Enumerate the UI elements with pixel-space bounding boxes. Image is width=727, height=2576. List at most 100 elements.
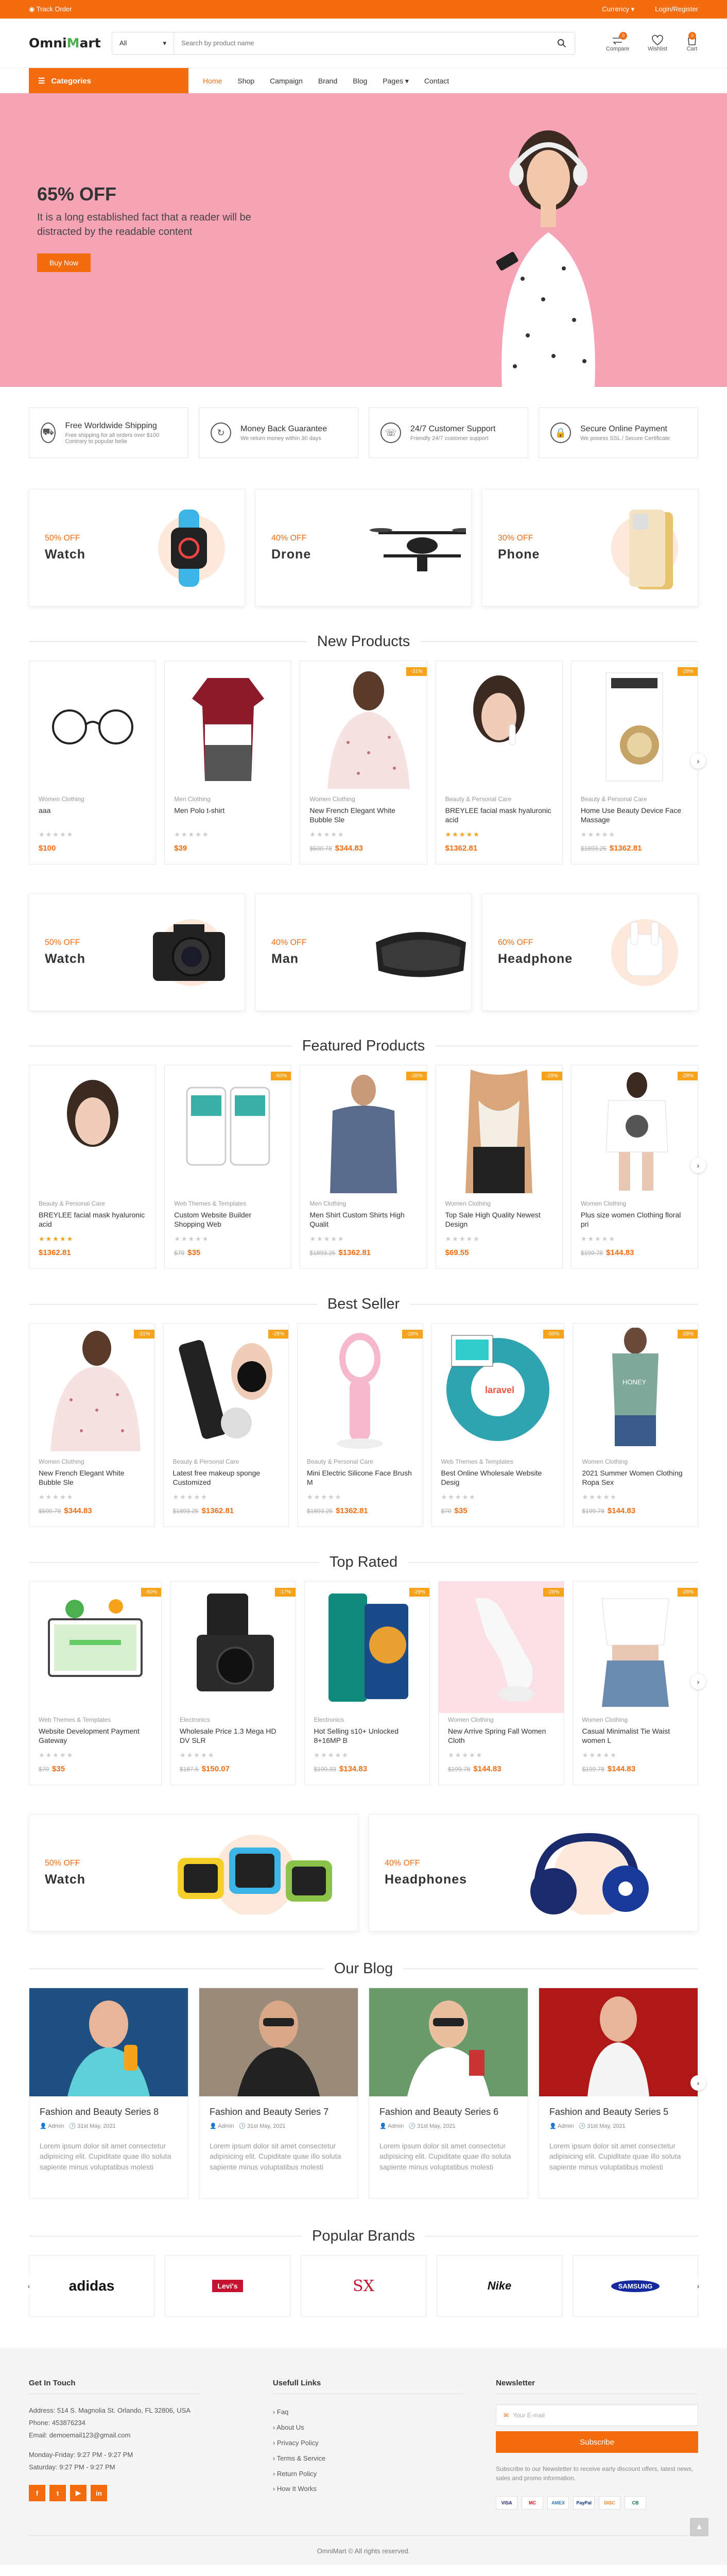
brand-levis[interactable]: Levi's bbox=[165, 2255, 290, 2317]
categories-button[interactable]: ☰ Categories bbox=[29, 68, 188, 94]
promo-card-drone[interactable]: 40% OFF Drone bbox=[255, 489, 472, 606]
nav-brand[interactable]: Brand bbox=[318, 77, 337, 86]
brand-adidas[interactable]: adidas bbox=[29, 2255, 154, 2317]
linkedin-icon[interactable]: in bbox=[91, 2485, 107, 2502]
login-register-link[interactable]: Login/Register bbox=[655, 5, 698, 13]
nav-blog[interactable]: Blog bbox=[353, 77, 367, 86]
promo-card-watch[interactable]: 50% OFF Watch bbox=[29, 489, 245, 606]
product-title[interactable]: aaa bbox=[39, 806, 146, 824]
product-title[interactable]: BREYLEE facial mask hyaluronic acid bbox=[445, 806, 553, 824]
product-title[interactable]: Wholesale Price 1.3 Mega HD DV SLR bbox=[180, 1726, 286, 1745]
promo-card-watch[interactable]: 50% OFF Watch bbox=[29, 1814, 358, 1931]
product-title[interactable]: Website Development Payment Gateway bbox=[39, 1726, 152, 1745]
chevron-right-icon[interactable]: › bbox=[690, 1674, 706, 1689]
product-card[interactable]: -17% Electronics Wholesale Price 1.3 Meg… bbox=[170, 1581, 296, 1785]
compare-button[interactable]: 0 Compare bbox=[606, 31, 629, 52]
product-title[interactable]: New Arrive Spring Fall Women Cloth bbox=[448, 1726, 555, 1745]
search-input[interactable] bbox=[174, 32, 549, 54]
product-card[interactable]: -29% Electronics Hot Selling s10+ Unlock… bbox=[304, 1581, 430, 1785]
brand-nike[interactable]: Nike bbox=[437, 2255, 562, 2317]
product-card[interactable]: -28% Beauty & Personal Care Latest free … bbox=[163, 1323, 289, 1527]
blog-title[interactable]: Fashion and Beauty Series 8 bbox=[40, 2107, 178, 2117]
product-card[interactable]: -50% Web Themes & Templates Custom Websi… bbox=[164, 1065, 292, 1269]
footer-link[interactable]: › Privacy Policy bbox=[273, 2435, 465, 2451]
promo-card-watch[interactable]: 50% OFF Watch bbox=[29, 893, 245, 1011]
product-card[interactable]: -50% laravel Web Themes & Templates Best … bbox=[431, 1323, 564, 1527]
product-title[interactable]: Plus size women Clothing floral pri bbox=[581, 1210, 688, 1229]
product-card[interactable]: -50% Web Themes & Templates Website Deve… bbox=[29, 1581, 162, 1785]
product-title[interactable]: 2021 Summer Women Clothing Ropa Sex bbox=[582, 1468, 689, 1487]
site-logo[interactable]: OmniMart bbox=[29, 36, 112, 50]
blog-title[interactable]: Fashion and Beauty Series 6 bbox=[379, 2107, 517, 2117]
wishlist-button[interactable]: Wishlist bbox=[648, 35, 667, 52]
promo-card-phone[interactable]: 30% OFF Phone bbox=[482, 489, 698, 606]
blog-card[interactable]: Fashion and Beauty Series 7 👤 Admin 🕒 31… bbox=[199, 1988, 358, 2199]
product-card[interactable]: -31% Women Clothing New French Elegant W… bbox=[300, 660, 427, 865]
chevron-right-icon[interactable]: › bbox=[690, 2278, 706, 2294]
buy-now-button[interactable]: Buy Now bbox=[37, 253, 91, 272]
track-order-link[interactable]: ◉ Track Order bbox=[29, 5, 72, 13]
product-title[interactable]: BREYLEE facial mask hyaluronic acid bbox=[39, 1210, 146, 1229]
back-to-top-button[interactable]: ▲ bbox=[690, 2518, 708, 2536]
product-card[interactable]: -28% Women Clothing Plus size women Clot… bbox=[570, 1065, 699, 1269]
nav-shop[interactable]: Shop bbox=[237, 77, 254, 86]
product-title[interactable]: Men Polo t-shirt bbox=[174, 806, 282, 824]
product-title[interactable]: Men Shirt Custom Shirts High Qualit bbox=[309, 1210, 417, 1229]
product-title[interactable]: New French Elegant White Bubble Sle bbox=[39, 1468, 145, 1487]
footer-link[interactable]: › Return Policy bbox=[273, 2466, 465, 2482]
product-title[interactable]: Mini Electric Silicone Face Brush M bbox=[307, 1468, 413, 1487]
product-card[interactable]: -28% Beauty & Personal Care Home Use Bea… bbox=[570, 660, 699, 865]
blog-title[interactable]: Fashion and Beauty Series 5 bbox=[549, 2107, 687, 2117]
product-card[interactable]: Beauty & Personal Care BREYLEE facial ma… bbox=[435, 660, 563, 865]
product-title[interactable]: Custom Website Builder Shopping Web bbox=[174, 1210, 282, 1229]
chevron-right-icon[interactable]: › bbox=[690, 2075, 706, 2091]
category-select[interactable]: All ▾ bbox=[112, 32, 174, 54]
product-card[interactable]: Beauty & Personal Care BREYLEE facial ma… bbox=[29, 1065, 157, 1269]
chevron-left-icon[interactable]: ‹ bbox=[21, 2278, 37, 2294]
product-card[interactable]: -28% Women Clothing Casual Minimalist Ti… bbox=[572, 1581, 698, 1785]
footer-link[interactable]: › About Us bbox=[273, 2420, 465, 2435]
product-title[interactable]: Top Sale High Quality Newest Design bbox=[445, 1210, 553, 1229]
product-title[interactable]: Home Use Beauty Device Face Massage bbox=[581, 806, 688, 824]
nav-home[interactable]: Home bbox=[203, 77, 222, 86]
product-card[interactable]: -28% Beauty & Personal Care Mini Electri… bbox=[297, 1323, 423, 1527]
footer-link[interactable]: › Terms & Service bbox=[273, 2451, 465, 2466]
nav-contact[interactable]: Contact bbox=[424, 77, 449, 86]
product-card[interactable]: -28% Women Clothing New Arrive Spring Fa… bbox=[438, 1581, 564, 1785]
search-button[interactable] bbox=[549, 32, 575, 54]
subscribe-button[interactable]: Subscribe bbox=[496, 2431, 698, 2453]
promo-card-headphones[interactable]: 40% OFF Headphones bbox=[369, 1814, 698, 1931]
currency-dropdown[interactable]: Currency ▾ bbox=[602, 5, 634, 13]
chevron-right-icon[interactable]: › bbox=[690, 753, 706, 769]
product-title[interactable]: Latest free makeup sponge Customized bbox=[173, 1468, 280, 1487]
blog-card[interactable]: Fashion and Beauty Series 6 👤 Admin 🕒 31… bbox=[369, 1988, 528, 2199]
product-title[interactable]: New French Elegant White Bubble Sle bbox=[309, 806, 417, 824]
product-card[interactable]: Women Clothing aaa ★★★★★ $100 bbox=[29, 660, 157, 865]
product-card[interactable]: Men Clothing Men Polo t-shirt ★★★★★ $39 bbox=[164, 660, 292, 865]
footer-link[interactable]: › How It Works bbox=[273, 2481, 465, 2497]
product-card[interactable]: -28% HONEY Women Clothing 2021 Summer Wom… bbox=[572, 1323, 698, 1527]
product-title[interactable]: Casual Minimalist Tie Waist women L bbox=[582, 1726, 689, 1745]
blog-card[interactable]: Fashion and Beauty Series 5 👤 Admin 🕒 31… bbox=[539, 1988, 698, 2199]
cart-button[interactable]: 0 Cart bbox=[686, 31, 698, 52]
facebook-icon[interactable]: f bbox=[29, 2485, 45, 2502]
nav-pages[interactable]: Pages ▾ bbox=[383, 77, 409, 86]
brand-samsung[interactable]: SAMSUNG bbox=[573, 2255, 698, 2317]
product-title[interactable]: Best Online Wholesale Website Desig bbox=[441, 1468, 555, 1487]
product-card[interactable]: -29% Women Clothing Top Sale High Qualit… bbox=[435, 1065, 563, 1269]
chevron-right-icon[interactable]: › bbox=[690, 1158, 706, 1173]
footer-link[interactable]: › Faq bbox=[273, 2404, 465, 2420]
brand-sx[interactable]: SX bbox=[301, 2255, 426, 2317]
twitter-icon[interactable]: t bbox=[49, 2485, 66, 2502]
product-card[interactable]: -31% Women Clothing New French Elegant W… bbox=[29, 1323, 155, 1527]
rating-stars: ★★★★★ bbox=[582, 1751, 617, 1759]
blog-title[interactable]: Fashion and Beauty Series 7 bbox=[210, 2107, 348, 2117]
blog-card[interactable]: Fashion and Beauty Series 8 👤 Admin 🕒 31… bbox=[29, 1988, 188, 2199]
promo-card-headphone[interactable]: 60% OFF Headphone bbox=[482, 893, 698, 1011]
product-title[interactable]: Hot Selling s10+ Unlocked 8+16MP B bbox=[314, 1726, 421, 1745]
product-card[interactable]: -28% Men Clothing Men Shirt Custom Shirt… bbox=[300, 1065, 427, 1269]
nav-campaign[interactable]: Campaign bbox=[270, 77, 303, 86]
newsletter-email-input[interactable]: ✉ Your E-mail bbox=[496, 2404, 698, 2426]
youtube-icon[interactable]: ▶ bbox=[70, 2485, 86, 2502]
promo-card-man[interactable]: 40% OFF Man bbox=[255, 893, 472, 1011]
